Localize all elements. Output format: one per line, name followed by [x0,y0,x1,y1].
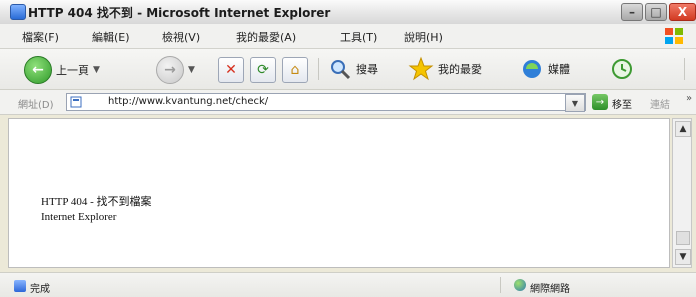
forward-button[interactable]: → ▼ [156,56,195,84]
address-dropdown-icon[interactable]: ▼ [565,94,585,112]
refresh-button[interactable]: ⟳ [250,57,276,83]
close-icon: X [677,5,688,19]
error-subheading: Internet Explorer [41,211,117,223]
menu-help[interactable]: 說明(H) [404,29,443,45]
window-title: HTTP 404 找不到 - Microsoft Internet Explor… [28,6,331,20]
address-bar: 網址(D) http://www.kvantung.net/check/ ▼ →… [0,90,696,115]
internet-zone-icon [514,279,526,291]
status-page-icon [14,280,26,292]
page-content: HTTP 404 - 找不到檔案 Internet Explorer [8,118,670,268]
close-button[interactable]: X [669,3,696,21]
forward-arrow-icon: → [156,56,184,84]
maximize-button[interactable]: □ [645,3,667,21]
home-icon: ⌂ [282,57,308,83]
page-icon [70,96,82,108]
maximize-icon: □ [650,5,662,19]
menu-file[interactable]: 檔案(F) [22,29,59,45]
security-zone-label: 網際網路 [530,284,570,295]
toolbar-separator [318,58,319,80]
back-arrow-icon: ← [24,56,52,84]
vertical-scrollbar[interactable]: ▲ ▼ [672,118,692,268]
status-divider [500,277,501,293]
history-icon [612,59,632,79]
toolbar-chevron[interactable] [684,58,685,80]
media-button[interactable]: 媒體 [520,57,570,81]
menu-favorites[interactable]: 我的最愛(A) [236,29,296,45]
favorites-button[interactable]: 我的最愛 [408,56,482,82]
ie-icon [10,4,26,20]
minimize-icon: – [629,5,635,19]
media-label: 媒體 [548,63,570,76]
scroll-up-icon[interactable]: ▲ [675,121,691,137]
history-button[interactable] [610,57,634,81]
back-button[interactable]: ← 上一頁 ▼ [24,56,100,84]
links-label[interactable]: 連結 [650,96,670,111]
scroll-thumb[interactable] [676,231,690,245]
standard-toolbar: ← 上一頁 ▼ → ▼ ✕ ⟳ ⌂ 搜尋 我的最愛 媒體 [0,49,696,90]
status-bar: 完成 網際網路 [0,272,696,297]
windows-logo-icon [665,28,683,44]
back-label: 上一頁 [56,64,89,77]
menu-view[interactable]: 檢視(V) [162,29,200,45]
media-icon [523,60,541,78]
forward-dropdown-icon[interactable]: ▼ [188,65,195,75]
scroll-down-icon[interactable]: ▼ [675,249,691,265]
go-arrow-icon[interactable]: → [592,94,608,110]
menu-edit[interactable]: 編輯(E) [92,29,130,45]
refresh-icon: ⟳ [250,57,276,83]
search-icon [331,60,351,80]
stop-icon: ✕ [218,57,244,83]
menu-tools[interactable]: 工具(T) [340,29,377,45]
favorites-label: 我的最愛 [438,63,482,76]
status-text: 完成 [30,284,50,295]
go-button[interactable]: 移至 [612,96,632,111]
browser-window: HTTP 404 找不到 - Microsoft Internet Explor… [0,0,696,297]
address-label: 網址(D) [18,100,54,111]
search-button[interactable]: 搜尋 [328,57,378,81]
search-label: 搜尋 [356,63,378,76]
title-bar: HTTP 404 找不到 - Microsoft Internet Explor… [0,0,696,25]
star-icon [408,56,434,81]
error-heading: HTTP 404 - 找不到檔案 [41,196,152,208]
back-dropdown-icon[interactable]: ▼ [93,65,100,75]
menu-bar: 檔案(F) 編輯(E) 檢視(V) 我的最愛(A) 工具(T) 說明(H) [0,24,696,49]
stop-button[interactable]: ✕ [218,57,244,83]
home-button[interactable]: ⌂ [282,57,308,83]
minimize-button[interactable]: – [621,3,643,21]
links-chevron-icon[interactable]: » [686,93,692,104]
address-url[interactable]: http://www.kvantung.net/check/ [108,96,268,107]
